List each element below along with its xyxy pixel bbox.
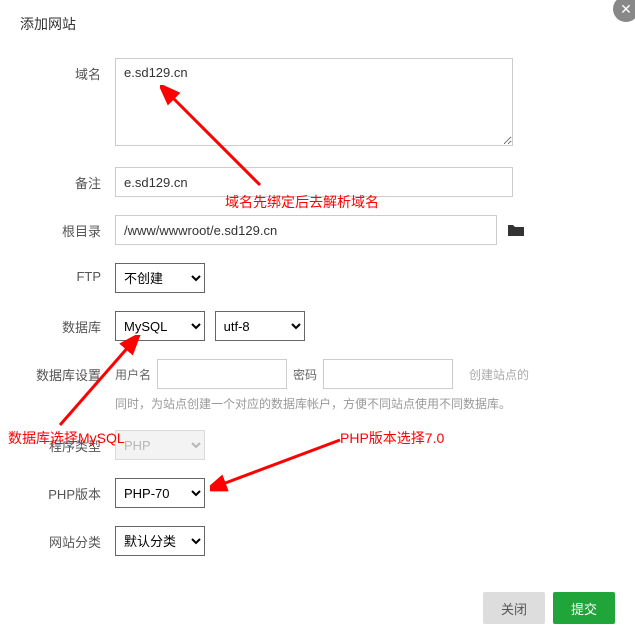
site-category-label: 网站分类 <box>20 526 115 551</box>
ftp-label: FTP <box>20 263 115 284</box>
root-input[interactable] <box>115 215 497 245</box>
db-hint: 同时，为站点创建一个对应的数据库帐户，方便不同站点使用不同数据库。 <box>115 395 615 412</box>
db-user-label: 用户名 <box>115 366 151 383</box>
database-select[interactable]: MySQL <box>115 311 205 341</box>
row-root: 根目录 <box>20 215 615 245</box>
create-site-hint: 创建站点的 <box>469 366 529 383</box>
db-settings-label: 数据库设置 <box>20 359 115 384</box>
domain-textarea[interactable]: e.sd129.cn <box>115 58 513 146</box>
form: 域名 e.sd129.cn 备注 根目录 FTP 不 <box>0 48 635 584</box>
row-db-settings: 数据库设置 用户名 密码 创建站点的 同时，为站点创建一个对应的数据库帐户，方便… <box>20 359 615 412</box>
row-prog-type: 程序类型 PHP <box>20 430 615 460</box>
prog-type-select: PHP <box>115 430 205 460</box>
php-version-select[interactable]: PHP-70 <box>115 478 205 508</box>
modal-footer: 关闭 提交 <box>483 592 615 624</box>
domain-label: 域名 <box>20 58 115 83</box>
root-label: 根目录 <box>20 215 115 240</box>
row-domain: 域名 e.sd129.cn <box>20 58 615 149</box>
row-remark: 备注 <box>20 167 615 197</box>
site-category-select[interactable]: 默认分类 <box>115 526 205 556</box>
db-pass-label: 密码 <box>293 366 317 383</box>
remark-label: 备注 <box>20 167 115 192</box>
db-pass-input[interactable] <box>323 359 453 389</box>
database-label: 数据库 <box>20 311 115 336</box>
row-database: 数据库 MySQL utf-8 <box>20 311 615 341</box>
folder-icon[interactable] <box>507 223 525 240</box>
remark-input[interactable] <box>115 167 513 197</box>
row-php-version: PHP版本 PHP-70 <box>20 478 615 508</box>
ftp-select[interactable]: 不创建 <box>115 263 205 293</box>
modal-title: 添加网站 <box>0 0 635 48</box>
add-website-modal: ✕ 添加网站 域名 e.sd129.cn 备注 根目录 FTP <box>0 0 635 638</box>
cancel-button[interactable]: 关闭 <box>483 592 545 624</box>
row-ftp: FTP 不创建 <box>20 263 615 293</box>
row-site-category: 网站分类 默认分类 <box>20 526 615 556</box>
prog-type-label: 程序类型 <box>20 430 115 455</box>
charset-select[interactable]: utf-8 <box>215 311 305 341</box>
submit-button[interactable]: 提交 <box>553 592 615 624</box>
db-user-input[interactable] <box>157 359 287 389</box>
php-version-label: PHP版本 <box>20 478 115 503</box>
